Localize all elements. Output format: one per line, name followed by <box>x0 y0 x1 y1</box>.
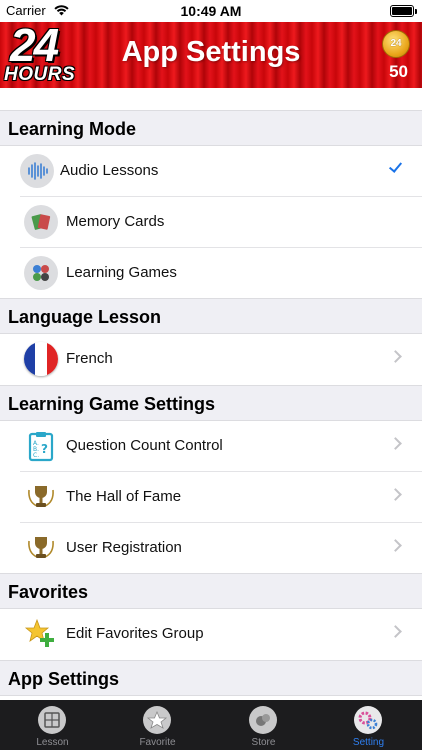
tab-label: Setting <box>352 737 385 748</box>
settings-list[interactable]: Learning Mode Audio Lessons Memory Cards <box>0 88 422 700</box>
section-title: Learning Mode <box>8 119 137 139</box>
tab-lesson[interactable]: Lesson <box>0 700 105 750</box>
row-question-count-control[interactable]: A. B. C. ? Question Count Control <box>0 421 422 472</box>
trophy-icon <box>24 531 58 565</box>
chevron-right-icon <box>389 350 402 363</box>
checkmark-icon <box>388 159 403 173</box>
gear-icon <box>354 706 382 734</box>
tab-favorite[interactable]: Favorite <box>105 700 210 750</box>
row-label: Edit Favorites Group <box>66 625 204 642</box>
lesson-icon <box>38 706 66 734</box>
row-french[interactable]: French <box>0 334 422 385</box>
row-label: User Registration <box>66 539 182 556</box>
svg-text:C.: C. <box>33 452 39 459</box>
tab-store[interactable]: Store <box>211 700 316 750</box>
game-controller-icon <box>24 256 58 290</box>
section-header-app-settings: App Settings <box>0 660 422 696</box>
row-label: Memory Cards <box>66 213 165 230</box>
tab-label: Favorite <box>139 737 176 748</box>
coin-count: 50 <box>389 62 408 81</box>
clock: 10:49 AM <box>180 3 242 19</box>
row-edit-favorites-group[interactable]: Edit Favorites Group <box>0 609 422 660</box>
audio-wave-icon <box>20 154 54 188</box>
row-memory-cards[interactable]: Memory Cards <box>0 197 422 248</box>
page-title: App Settings <box>121 36 301 68</box>
chevron-right-icon <box>389 488 402 501</box>
row-label: Question Count Control <box>66 437 223 454</box>
section-title: App Settings <box>8 669 119 689</box>
clipboard-icon: A. B. C. ? <box>24 429 58 463</box>
status-bar: Carrier 10:49 AM <box>0 0 422 22</box>
row-learning-games[interactable]: Learning Games <box>0 248 422 299</box>
section-title: Favorites <box>8 582 89 602</box>
tab-setting[interactable]: Setting <box>316 700 421 750</box>
tab-bar: Lesson Favorite Store Setting <box>0 700 422 750</box>
row-user-registration[interactable]: User Registration <box>0 523 422 574</box>
store-icon <box>249 706 277 734</box>
section-title: Language Lesson <box>8 307 162 327</box>
section-header-learning-game-settings: Learning Game Settings <box>0 385 422 421</box>
row-label: Learning Games <box>66 264 177 281</box>
section-header-language-lesson: Language Lesson <box>0 298 422 334</box>
svg-text:?: ? <box>41 442 48 456</box>
star-icon <box>143 706 171 734</box>
coin-icon[interactable]: 24 <box>382 30 410 58</box>
french-flag-icon <box>24 342 58 376</box>
memory-cards-icon <box>24 205 58 239</box>
row-label: French <box>66 350 113 367</box>
star-plus-icon <box>24 617 58 651</box>
tab-label: Store <box>251 737 276 748</box>
coin-label: 24 <box>390 38 402 49</box>
trophy-icon <box>24 480 58 514</box>
row-hall-of-fame[interactable]: The Hall of Fame <box>0 472 422 523</box>
chevron-right-icon <box>389 539 402 552</box>
section-header-learning-mode: Learning Mode <box>0 110 422 146</box>
section-title: Learning Game Settings <box>8 394 216 414</box>
chevron-right-icon <box>389 437 402 450</box>
row-label: The Hall of Fame <box>66 488 182 505</box>
app-header: 24 HOURS App Settings 24 50 <box>0 19 422 88</box>
battery-icon <box>390 5 417 17</box>
chevron-right-icon <box>389 625 402 638</box>
tab-label: Lesson <box>36 737 69 748</box>
row-label: Audio Lessons <box>60 162 159 179</box>
row-audio-lessons[interactable]: Audio Lessons <box>0 146 422 197</box>
section-header-favorites: Favorites <box>0 573 422 609</box>
